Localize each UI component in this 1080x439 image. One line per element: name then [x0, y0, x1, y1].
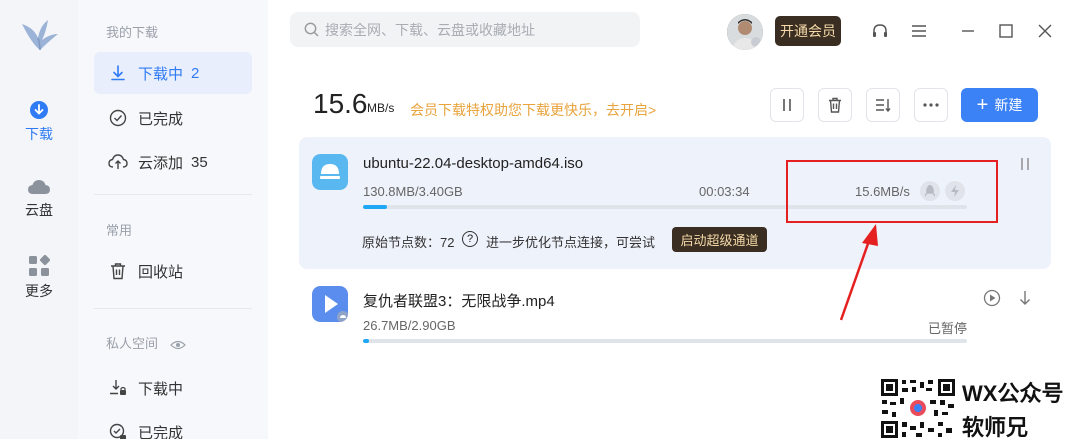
download-lock-icon [108, 379, 128, 397]
rail-more-label: 更多 [25, 283, 53, 299]
more-dots-icon [923, 103, 939, 107]
search-box[interactable] [290, 12, 640, 47]
arrow-down-icon [1020, 291, 1030, 305]
eye-icon [169, 340, 186, 349]
search-icon [304, 22, 319, 37]
close-button[interactable] [1034, 20, 1056, 42]
downloading-count: 2 [191, 64, 200, 82]
trash-icon [108, 262, 128, 280]
vip-promo-link[interactable]: 会员下载特权助您下载更快乐，去开启> [410, 100, 656, 120]
sort-icon [876, 99, 891, 112]
qr-code-image [880, 378, 956, 439]
plus-icon: + [976, 94, 989, 116]
private-space-header[interactable]: 私人空间 [106, 333, 186, 352]
sidebar-divider [94, 194, 252, 195]
sidebar-item-cloud-add[interactable]: 云添加 35 [94, 141, 252, 183]
cloud-add-count: 35 [191, 153, 208, 171]
new-task-label: 新建 [994, 97, 1023, 113]
task2-status: 已暂停 [928, 321, 968, 336]
sort-button[interactable] [866, 88, 900, 122]
menu-icon [912, 25, 926, 37]
pause-all-button[interactable] [770, 88, 804, 122]
search-input[interactable] [325, 21, 625, 38]
check-circle-icon [108, 109, 128, 127]
download-circle-icon [30, 101, 48, 119]
private-space-label: 私人空间 [106, 336, 159, 351]
sidebar-item-private-downloading[interactable]: 下载中 [94, 367, 252, 409]
sidebar-item-cloud-add-label: 云添加 [138, 154, 184, 172]
cloud-icon [28, 180, 50, 194]
my-downloads-header: 我的下载 [106, 25, 159, 40]
download-task-button[interactable] [1015, 288, 1035, 308]
pause-icon [1021, 158, 1029, 170]
watermark-line1: WX公众号 [962, 381, 1064, 406]
trash-icon [829, 97, 841, 113]
task2-file-name: 复仇者联盟3：无限战争.mp4 [363, 293, 555, 310]
sidebar-item-recycle-label: 回收站 [138, 263, 184, 281]
rail-more[interactable]: 更多 [0, 255, 78, 301]
task2-file-size: 26.7MB/2.90GB [363, 318, 456, 333]
task2-progress-fill [363, 339, 370, 343]
resume-task-button[interactable] [982, 288, 1002, 308]
optimize-hint: 进一步优化节点连接，可尝试 [486, 235, 656, 250]
help-icon[interactable]: ? [462, 231, 478, 247]
sidebar-item-completed-label: 已完成 [138, 110, 184, 128]
task-remaining-time: 00:03:34 [699, 184, 750, 199]
sidebar-item-completed[interactable]: 已完成 [94, 97, 252, 139]
play-circle-icon [983, 289, 1001, 307]
sidebar-item-private-downloading-label: 下载中 [138, 380, 184, 398]
menu-button[interactable] [908, 20, 930, 42]
download-icon [108, 65, 128, 81]
common-header: 常用 [106, 223, 133, 238]
iso-file-icon [312, 154, 348, 190]
annotation-highlight-box [786, 160, 998, 223]
task-file-size: 130.8MB/3.40GB [363, 184, 463, 199]
watermark-line2: 软师兄 [962, 415, 1029, 439]
node-count: 原始节点数：72 [362, 235, 455, 250]
sidebar-item-downloading[interactable]: 下载中 2 [94, 52, 252, 94]
avatar-image [727, 14, 763, 50]
task2-progress-bar [363, 339, 967, 343]
rail-download-label: 下载 [25, 126, 53, 142]
check-lock-icon [108, 423, 128, 439]
headset-button[interactable] [869, 20, 891, 42]
total-speed-unit: MB/s [367, 101, 395, 115]
cloud-upload-icon [108, 153, 128, 171]
task-progress-fill [363, 205, 388, 209]
headset-icon [873, 24, 887, 37]
maximize-button[interactable] [995, 20, 1017, 42]
super-channel-button[interactable]: 启动超级通道 [672, 227, 767, 252]
sidebar-item-downloading-label: 下载中 [138, 65, 184, 83]
rail-cloud-label: 云盘 [25, 202, 53, 218]
pause-task-button[interactable] [1015, 154, 1035, 174]
task-file-name: ubuntu-22.04-desktop-amd64.iso [363, 155, 584, 172]
secondary-sidebar: 我的下载 下载中 2 已完成 云添加 35 常用 回收站 私人空间 下载中 已完… [78, 0, 268, 439]
pause-icon [783, 99, 791, 111]
more-button[interactable] [914, 88, 948, 122]
app-logo-icon [22, 20, 58, 51]
minimize-icon [962, 30, 974, 32]
avatar[interactable] [727, 14, 763, 50]
total-speed-value: 15.6 [313, 88, 368, 119]
new-task-button[interactable]: + 新建 [961, 88, 1038, 122]
minimize-button[interactable] [957, 20, 979, 42]
sidebar-item-private-completed[interactable]: 已完成 [94, 411, 252, 439]
left-rail: 下载 云盘 更多 [0, 0, 78, 439]
rail-cloud[interactable]: 云盘 [0, 178, 78, 220]
sidebar-item-private-completed-label: 已完成 [138, 424, 184, 439]
maximize-icon [999, 24, 1013, 38]
rail-download[interactable]: 下载 [0, 100, 78, 144]
grid-more-icon [29, 255, 50, 276]
sidebar-divider [94, 308, 252, 309]
close-icon [1038, 24, 1052, 38]
delete-button[interactable] [818, 88, 852, 122]
sidebar-item-recycle[interactable]: 回收站 [94, 250, 252, 292]
video-file-icon [312, 286, 348, 322]
open-vip-button[interactable]: 开通会员 [775, 16, 841, 46]
